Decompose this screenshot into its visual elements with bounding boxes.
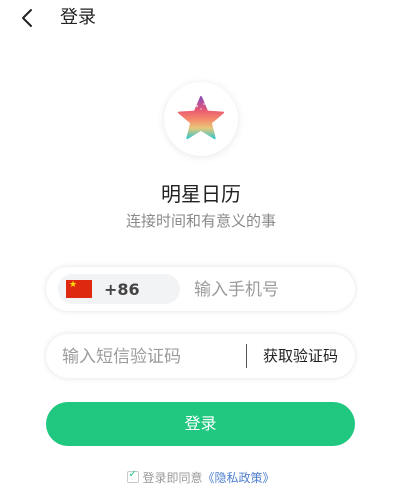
divider [246,344,247,368]
agreement-checkbox[interactable]: ✓ [127,469,140,483]
login-button[interactable]: 登录 [46,402,355,446]
app-logo [164,82,238,156]
page-title: 登录 [60,7,96,28]
top-bar: 登录 [0,0,402,40]
phone-input[interactable] [192,267,346,313]
checkmark-icon: ✓ [128,469,137,480]
sms-code-input[interactable] [60,334,234,380]
agreement-text: 登录即同意 [142,471,203,485]
phone-field: ★ +86 [46,267,355,313]
star-logo-icon [178,96,224,140]
china-flag-icon: ★ [66,280,92,298]
country-code-selector[interactable]: ★ +86 [58,274,180,304]
get-code-button[interactable]: 获取验证码 [263,334,338,378]
sms-code-field: 获取验证码 [46,334,355,380]
agreement-row: ✓ 登录即同意《隐私政策》 [0,469,402,486]
back-chevron-icon[interactable] [16,6,40,30]
app-name: 明星日历 [161,182,241,206]
privacy-policy-link[interactable]: 《隐私政策》 [203,471,275,485]
country-code: +86 [104,279,140,299]
app-slogan: 连接时间和有意义的事 [125,212,276,230]
